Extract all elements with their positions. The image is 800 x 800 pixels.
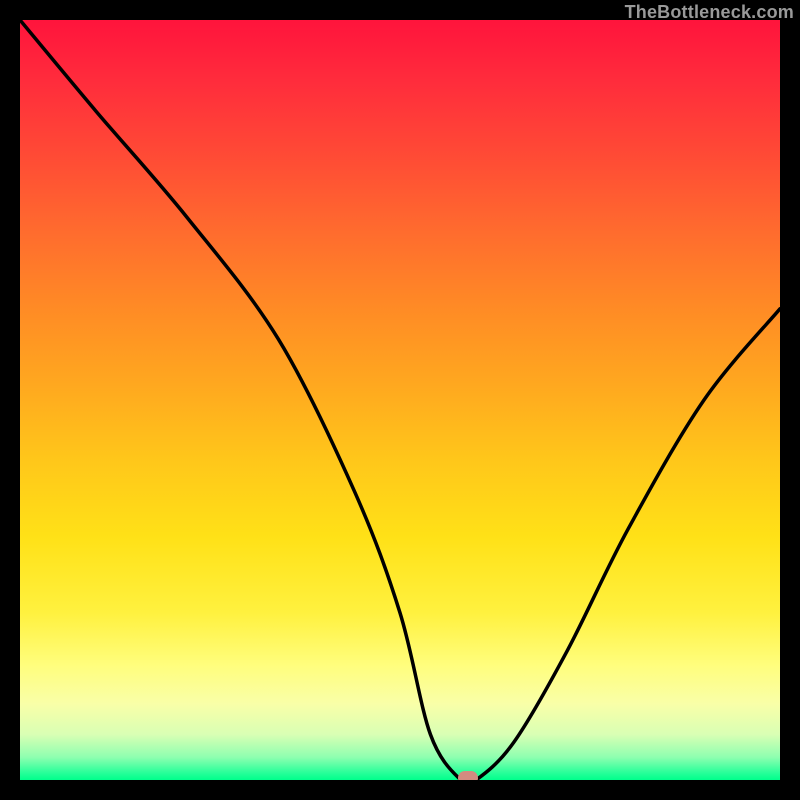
chart-canvas: TheBottleneck.com [0, 0, 800, 800]
plot-area [20, 20, 780, 780]
bottleneck-curve [20, 20, 780, 780]
optimum-marker [458, 771, 478, 780]
curve-svg [20, 20, 780, 780]
